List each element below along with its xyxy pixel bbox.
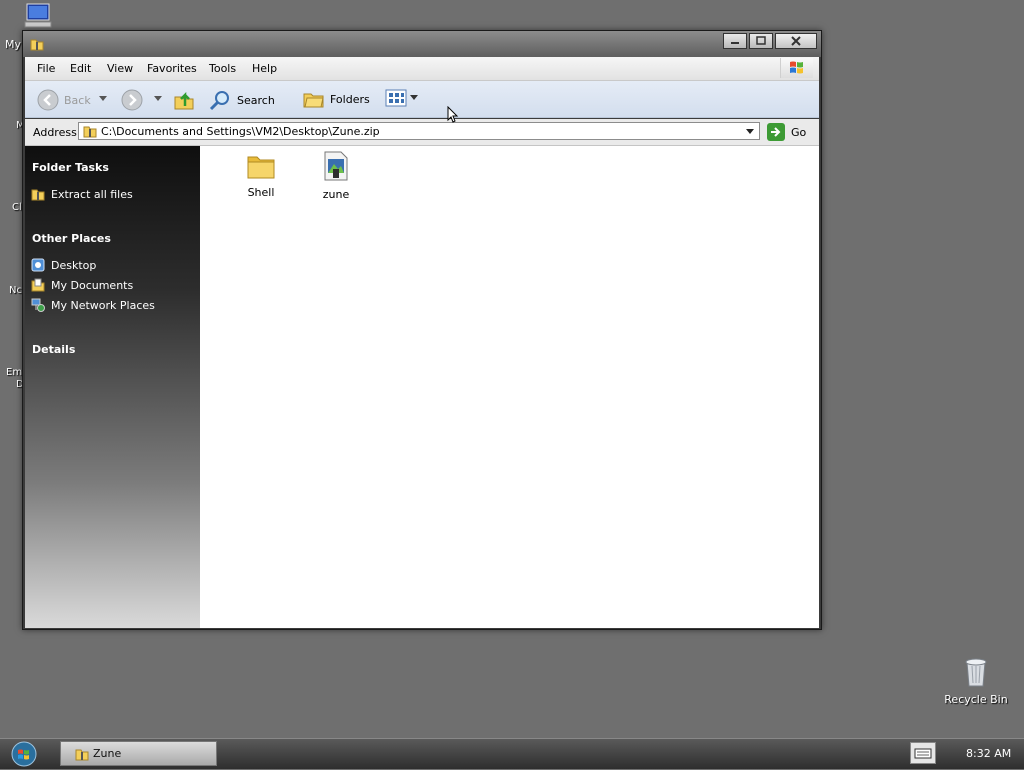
window-controls <box>721 33 817 49</box>
address-value: C:\Documents and Settings\VM2\Desktop\Zu… <box>101 125 380 138</box>
views-icon <box>385 89 407 107</box>
menu-help[interactable]: Help <box>252 62 277 75</box>
recycle-bin-label: Recycle Bin <box>944 693 1008 706</box>
clipped-desktop-label: Em <box>6 367 23 378</box>
zip-folder-icon <box>83 126 97 138</box>
minimize-icon <box>731 42 739 44</box>
search-button[interactable]: Search <box>208 89 275 111</box>
minimize-button[interactable] <box>723 33 747 49</box>
chevron-down-icon <box>154 96 162 101</box>
file-list: Shell zune <box>200 146 819 628</box>
up-folder-button[interactable] <box>173 89 195 111</box>
start-orb-icon <box>11 741 37 767</box>
folders-label: Folders <box>330 92 370 106</box>
other-place-label: Desktop <box>51 258 97 272</box>
extract-all-files-link[interactable]: Extract all files <box>31 187 133 201</box>
go-arrow-icon <box>767 123 785 141</box>
address-bar: Address C:\Documents and Settings\VM2\De… <box>25 119 819 146</box>
forward-button[interactable] <box>121 89 143 111</box>
image-file-icon <box>324 151 348 181</box>
chevron-down-icon[interactable] <box>743 124 757 138</box>
taskbar-button-zune[interactable]: Zune <box>60 741 217 766</box>
other-place-desktop[interactable]: Desktop <box>31 258 96 272</box>
views-button[interactable] <box>385 89 418 107</box>
chevron-down-icon <box>99 96 107 101</box>
desktop-icon <box>31 258 45 272</box>
folder-icon <box>247 156 275 179</box>
file-item-shell[interactable]: Shell <box>231 153 291 199</box>
recycle-bin-desktop-icon[interactable]: Recycle Bin <box>940 656 1012 706</box>
maximize-icon <box>756 36 766 45</box>
my-computer-desktop-icon[interactable] <box>22 2 54 33</box>
menu-view[interactable]: View <box>107 62 133 75</box>
search-icon <box>209 91 229 111</box>
folder-tasks-title[interactable]: Folder Tasks <box>32 161 109 174</box>
start-button[interactable] <box>8 741 40 767</box>
clipped-desktop-label: Cl <box>12 202 22 213</box>
details-title[interactable]: Details <box>32 343 75 356</box>
task-pane: Folder Tasks Extract all files Other Pla… <box>25 146 200 628</box>
recycle-bin-icon <box>965 658 987 687</box>
folders-icon <box>303 93 324 108</box>
taskbar-button-label: Zune <box>93 747 122 760</box>
zip-folder-icon <box>75 749 89 760</box>
menu-file[interactable]: File <box>37 62 55 75</box>
windows-flag-icon <box>790 61 803 74</box>
address-input[interactable]: C:\Documents and Settings\VM2\Desktop\Zu… <box>78 122 760 140</box>
extract-all-files-label: Extract all files <box>51 187 133 201</box>
computer-icon <box>24 3 52 28</box>
clipped-desktop-label: Nc <box>9 285 22 296</box>
other-place-label: My Network Places <box>51 298 155 312</box>
search-label: Search <box>237 93 275 107</box>
standard-toolbar: Back Search Folders <box>25 81 819 118</box>
clock[interactable]: 8:32 AM <box>966 747 1011 760</box>
back-label: Back <box>64 93 91 107</box>
title-bar[interactable] <box>23 31 821 57</box>
my-documents-icon <box>31 278 45 292</box>
file-item-zune[interactable]: zune <box>306 151 366 201</box>
menu-favorites[interactable]: Favorites <box>147 62 197 75</box>
folders-button[interactable]: Folders <box>303 89 370 109</box>
my-computer-label: My <box>5 38 22 51</box>
other-place-my-documents[interactable]: My Documents <box>31 278 133 292</box>
keyboard-tray[interactable] <box>910 742 936 764</box>
up-folder-icon <box>174 91 194 110</box>
network-places-icon <box>31 298 45 312</box>
forward-dropdown[interactable] <box>154 96 162 102</box>
windows-logo <box>780 58 813 78</box>
go-button[interactable]: Go <box>767 123 806 141</box>
mouse-cursor-icon <box>447 106 459 123</box>
chevron-down-icon <box>410 95 418 100</box>
menu-tools[interactable]: Tools <box>209 62 236 75</box>
explorer-window: File Edit View Favorites Tools Help Back <box>22 30 822 630</box>
other-place-my-network-places[interactable]: My Network Places <box>31 298 155 312</box>
menu-bar: File Edit View Favorites Tools Help <box>25 57 819 81</box>
other-places-title[interactable]: Other Places <box>32 232 111 245</box>
maximize-button[interactable] <box>749 33 773 49</box>
back-dropdown[interactable] <box>99 96 107 102</box>
go-label: Go <box>791 125 807 139</box>
close-button[interactable] <box>775 33 817 49</box>
back-arrow-icon <box>37 89 59 111</box>
address-label: Address <box>33 126 77 139</box>
file-name: zune <box>322 188 350 201</box>
zip-folder-icon <box>30 39 44 51</box>
zip-folder-icon <box>31 189 45 201</box>
file-name: Shell <box>247 186 275 199</box>
other-place-label: My Documents <box>51 278 134 292</box>
close-icon <box>791 36 801 46</box>
forward-arrow-icon <box>121 89 143 111</box>
taskbar: Zune 8:32 AM <box>0 738 1024 769</box>
back-button[interactable]: Back <box>37 89 91 111</box>
menu-edit[interactable]: Edit <box>70 62 91 75</box>
keyboard-icon <box>914 748 932 759</box>
